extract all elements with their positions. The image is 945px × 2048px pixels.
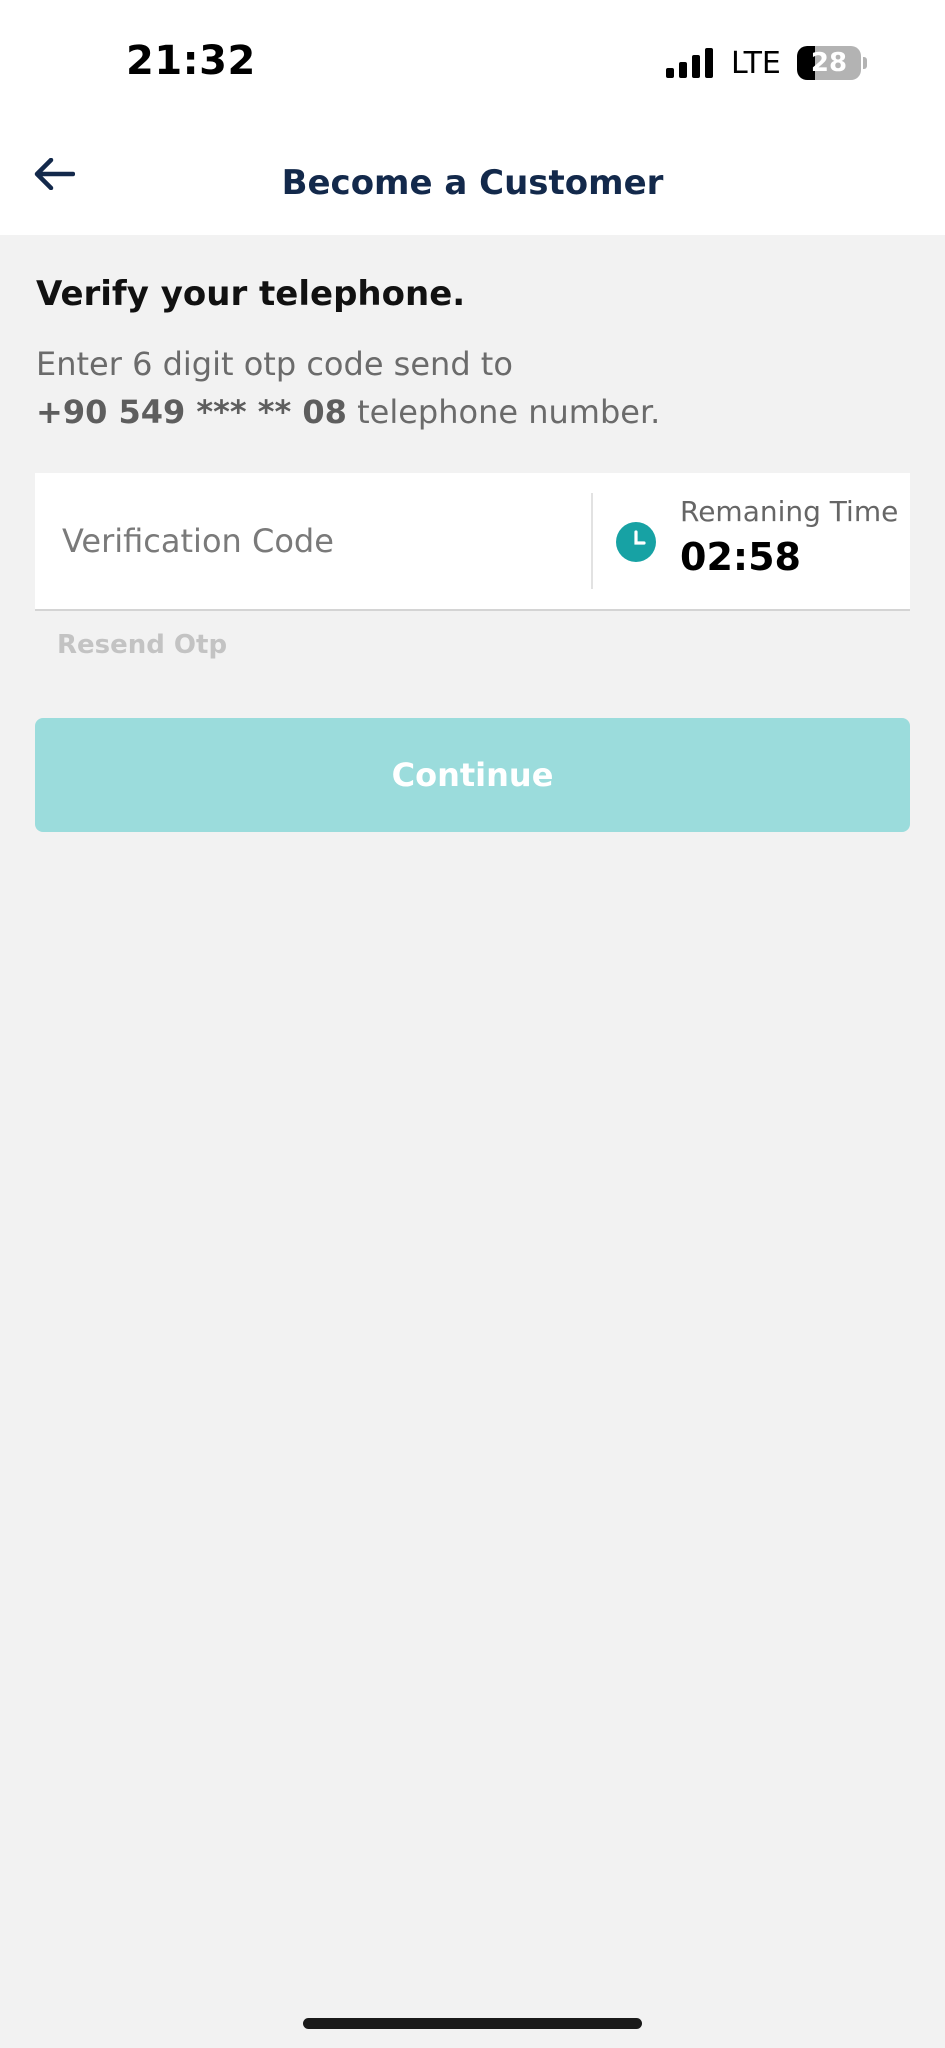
verify-description: Enter 6 digit otp code send to +90 549 *… [36, 340, 916, 436]
verify-heading: Verify your telephone. [36, 274, 466, 314]
network-type-label: LTE [731, 46, 781, 81]
become-customer-screen: 21:32 LTE 28 Become a Customer Verify yo… [0, 0, 945, 2048]
status-bar: 21:32 LTE 28 [0, 0, 945, 122]
status-time: 21:32 [126, 38, 256, 84]
verify-description-suffix: telephone number. [346, 393, 661, 431]
remaining-time-label: Remaning Time [680, 495, 899, 528]
card-divider [591, 493, 593, 589]
verify-description-line1: Enter 6 digit otp code send to [36, 345, 513, 383]
remaining-time-value: 02:58 [680, 535, 801, 579]
app-header: Become a Customer [0, 122, 945, 235]
battery-body: 28 [797, 46, 861, 80]
verify-description-line2: +90 549 *** ** 08 telephone number. [36, 388, 916, 436]
home-indicator [303, 2018, 642, 2029]
back-button[interactable] [22, 142, 86, 206]
resend-otp-link[interactable]: Resend Otp [57, 630, 227, 660]
page-title: Become a Customer [281, 163, 664, 203]
continue-button[interactable]: Continue [35, 718, 910, 832]
masked-phone-number: +90 549 *** ** 08 [36, 393, 347, 431]
verification-code-card: Remaning Time 02:58 [35, 473, 910, 611]
signal-bars-icon [666, 48, 713, 78]
battery-percentage: 28 [810, 48, 848, 78]
verification-code-input[interactable] [35, 473, 590, 609]
battery-tip [863, 57, 867, 69]
arrow-left-icon [34, 158, 75, 190]
clock-icon [616, 522, 656, 562]
battery-icon: 28 [797, 46, 867, 80]
